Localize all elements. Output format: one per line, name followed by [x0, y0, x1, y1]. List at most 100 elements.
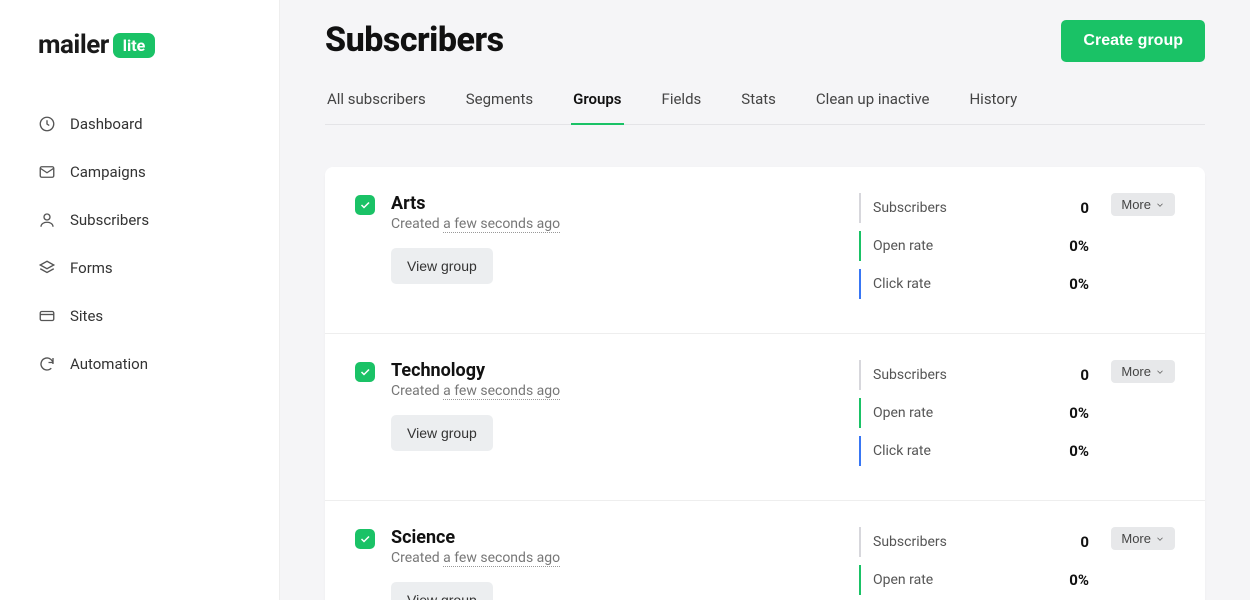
created-prefix: Created: [391, 216, 443, 232]
stat-open-rate: Open rate 0%: [859, 565, 1089, 595]
stat-subscribers: Subscribers 0: [859, 360, 1089, 390]
sidebar-item-label: Forms: [70, 259, 113, 277]
tab-all-subscribers[interactable]: All subscribers: [325, 80, 428, 124]
more-button[interactable]: More: [1111, 360, 1175, 383]
group-info: Technology Created a few seconds ago Vie…: [391, 360, 843, 474]
check-icon: [359, 199, 371, 211]
group-info: Science Created a few seconds ago View g…: [391, 527, 843, 600]
group-name: Arts: [391, 193, 843, 214]
sidebar-item-forms[interactable]: Forms: [0, 244, 279, 292]
nav-list: Dashboard Campaigns Subscribers Forms Si…: [0, 90, 279, 398]
stat-open-rate: Open rate 0%: [859, 231, 1089, 261]
stat-subscribers: Subscribers 0: [859, 527, 1089, 557]
created-time: a few seconds ago: [443, 216, 560, 233]
sidebar: mailer lite Dashboard Campaigns Subscrib…: [0, 0, 280, 600]
check-icon: [359, 533, 371, 545]
stat-label: Open rate: [873, 238, 933, 254]
group-row: Science Created a few seconds ago View g…: [325, 501, 1205, 600]
tab-stats[interactable]: Stats: [739, 80, 778, 124]
group-row: Technology Created a few seconds ago Vie…: [325, 334, 1205, 501]
group-checkbox[interactable]: [355, 529, 375, 549]
stat-value: 0%: [1069, 442, 1089, 460]
tab-segments[interactable]: Segments: [464, 80, 535, 124]
stat-open-rate: Open rate 0%: [859, 398, 1089, 428]
tab-history[interactable]: History: [967, 80, 1019, 124]
stat-click-rate: Click rate 0%: [859, 269, 1089, 299]
sidebar-item-label: Dashboard: [70, 115, 143, 133]
stat-label: Subscribers: [873, 534, 947, 550]
group-name: Technology: [391, 360, 843, 381]
view-group-button[interactable]: View group: [391, 582, 493, 600]
refresh-icon: [38, 355, 56, 373]
logo-text: mailer: [38, 30, 109, 60]
page-title: Subscribers: [325, 20, 504, 60]
tab-clean-up-inactive[interactable]: Clean up inactive: [814, 80, 932, 124]
clock-icon: [38, 115, 56, 133]
main-content: Subscribers Create group All subscribers…: [280, 0, 1250, 600]
stat-label: Subscribers: [873, 200, 947, 216]
stat-label: Open rate: [873, 405, 933, 421]
mail-icon: [38, 163, 56, 181]
created-prefix: Created: [391, 383, 443, 399]
more-button[interactable]: More: [1111, 527, 1175, 550]
more-label: More: [1121, 364, 1151, 379]
chevron-down-icon: [1155, 200, 1165, 210]
sidebar-item-label: Automation: [70, 355, 148, 373]
card-icon: [38, 307, 56, 325]
sidebar-item-label: Subscribers: [70, 211, 149, 229]
tab-fields[interactable]: Fields: [660, 80, 704, 124]
sidebar-item-dashboard[interactable]: Dashboard: [0, 100, 279, 148]
stat-value: 0: [1080, 199, 1089, 217]
stat-label: Subscribers: [873, 367, 947, 383]
chevron-down-icon: [1155, 367, 1165, 377]
tab-groups[interactable]: Groups: [571, 80, 623, 124]
sidebar-item-label: Sites: [70, 307, 103, 325]
sidebar-item-label: Campaigns: [70, 163, 146, 181]
stat-value: 0%: [1069, 571, 1089, 589]
group-checkbox[interactable]: [355, 195, 375, 215]
stat-click-rate: Click rate 0%: [859, 436, 1089, 466]
view-group-button[interactable]: View group: [391, 415, 493, 451]
tabs: All subscribers Segments Groups Fields S…: [325, 80, 1205, 125]
group-actions: More: [1105, 360, 1175, 474]
sidebar-item-sites[interactable]: Sites: [0, 292, 279, 340]
stat-value: 0%: [1069, 237, 1089, 255]
group-row: Arts Created a few seconds ago View grou…: [325, 167, 1205, 334]
stat-label: Click rate: [873, 443, 931, 459]
group-stats: Subscribers 0 Open rate 0% Click rate 0%: [859, 360, 1089, 474]
group-created: Created a few seconds ago: [391, 383, 843, 399]
created-prefix: Created: [391, 550, 443, 566]
page-header: Subscribers Create group: [325, 20, 1205, 62]
sidebar-item-subscribers[interactable]: Subscribers: [0, 196, 279, 244]
group-stats: Subscribers 0 Open rate 0% Click rate 0%: [859, 527, 1089, 600]
group-created: Created a few seconds ago: [391, 550, 843, 566]
created-time: a few seconds ago: [443, 550, 560, 567]
chevron-down-icon: [1155, 534, 1165, 544]
layers-icon: [38, 259, 56, 277]
stat-value: 0%: [1069, 275, 1089, 293]
view-group-button[interactable]: View group: [391, 248, 493, 284]
group-actions: More: [1105, 193, 1175, 307]
logo-badge: lite: [113, 33, 156, 58]
group-created: Created a few seconds ago: [391, 216, 843, 232]
stat-label: Click rate: [873, 276, 931, 292]
created-time: a few seconds ago: [443, 383, 560, 400]
group-stats: Subscribers 0 Open rate 0% Click rate 0%: [859, 193, 1089, 307]
sidebar-item-automation[interactable]: Automation: [0, 340, 279, 388]
more-label: More: [1121, 531, 1151, 546]
group-info: Arts Created a few seconds ago View grou…: [391, 193, 843, 307]
sidebar-item-campaigns[interactable]: Campaigns: [0, 148, 279, 196]
stat-subscribers: Subscribers 0: [859, 193, 1089, 223]
group-actions: More: [1105, 527, 1175, 600]
more-button[interactable]: More: [1111, 193, 1175, 216]
check-icon: [359, 366, 371, 378]
user-icon: [38, 211, 56, 229]
stat-value: 0%: [1069, 404, 1089, 422]
more-label: More: [1121, 197, 1151, 212]
stat-label: Open rate: [873, 572, 933, 588]
group-name: Science: [391, 527, 843, 548]
group-checkbox[interactable]: [355, 362, 375, 382]
create-group-button[interactable]: Create group: [1061, 20, 1205, 62]
stat-value: 0: [1080, 533, 1089, 551]
logo: mailer lite: [0, 30, 279, 90]
